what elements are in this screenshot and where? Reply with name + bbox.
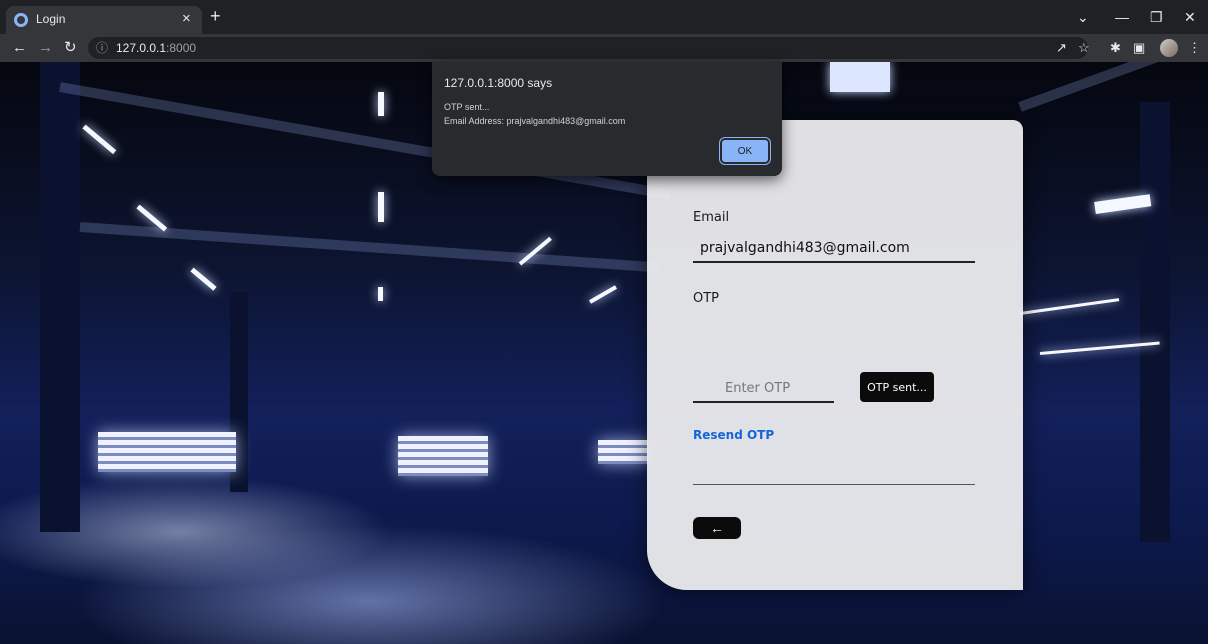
back-arrow-icon: ←	[710, 520, 724, 536]
resend-otp-link[interactable]: Resend OTP	[693, 428, 774, 442]
email-field[interactable]: prajvalgandhi483@gmail.com	[700, 240, 910, 256]
address-bar[interactable]: ⓘ 127.0.0.1:8000	[88, 37, 1088, 59]
ceiling-light	[378, 287, 383, 301]
tab-close-icon[interactable]: ×	[182, 10, 191, 28]
otp-input[interactable]	[693, 376, 833, 400]
forward-arrow-icon[interactable]: →	[38, 39, 53, 57]
share-icon[interactable]: ↗	[1056, 40, 1067, 56]
star-icon[interactable]: ☆	[1078, 40, 1090, 56]
sidepanel-icon[interactable]: ▣	[1133, 40, 1145, 56]
loading-door	[598, 440, 648, 464]
menu-icon[interactable]: ⋮	[1188, 40, 1201, 56]
back-arrow-icon[interactable]: ←	[12, 39, 27, 57]
browser-tab[interactable]: Login ×	[6, 6, 202, 34]
roof-beam	[79, 222, 659, 273]
alert-dialog: 127.0.0.1:8000 says OTP sent... Email Ad…	[432, 62, 782, 176]
skylight	[830, 62, 890, 92]
loading-door	[98, 432, 236, 472]
send-otp-button[interactable]: OTP sent...	[860, 372, 934, 402]
browser-toolbar: ← → ↻ ⓘ 127.0.0.1:8000 ↗ ☆ ✱ ▣ ⋮	[0, 34, 1208, 62]
back-button[interactable]: ←	[693, 517, 741, 539]
ceiling-light	[190, 267, 217, 291]
info-icon[interactable]: ⓘ	[96, 40, 108, 56]
browser-tab-strip: Login × + ⌄ — ❐ ✕	[0, 0, 1208, 34]
ceiling-light	[378, 192, 384, 222]
divider	[693, 484, 975, 485]
ceiling-light	[378, 92, 384, 116]
otp-underline	[693, 401, 834, 403]
extensions-icon[interactable]: ✱	[1110, 40, 1121, 56]
minimize-icon[interactable]: —	[1115, 9, 1129, 25]
pillar	[40, 62, 80, 532]
tab-favicon-icon	[14, 13, 28, 27]
tab-title: Login	[36, 12, 66, 26]
reload-icon[interactable]: ↻	[64, 39, 77, 57]
ceiling-light	[589, 285, 617, 304]
otp-label: OTP	[693, 291, 720, 306]
email-underline	[693, 261, 975, 263]
pillar	[1140, 102, 1170, 542]
tab-search-chevron-icon[interactable]: ⌄	[1077, 9, 1089, 25]
url-port: :8000	[166, 41, 197, 55]
loading-door	[398, 436, 488, 476]
ceiling-light	[1019, 298, 1120, 315]
url-host: 127.0.0.1	[116, 41, 167, 55]
dialog-title: 127.0.0.1:8000 says	[444, 76, 553, 90]
ceiling-light	[82, 124, 117, 155]
email-label: Email	[693, 210, 730, 225]
profile-avatar[interactable]	[1160, 39, 1178, 57]
url-text: 127.0.0.1:8000	[116, 41, 196, 55]
restore-icon[interactable]: ❐	[1150, 9, 1163, 25]
new-tab-icon[interactable]: +	[210, 6, 221, 26]
roof-beam	[1018, 62, 1201, 112]
login-card: Email prajvalgandhi483@gmail.com OTP OTP…	[647, 120, 1023, 590]
dialog-message-line2: Email Address: prajvalgandhi483@gmail.co…	[444, 116, 626, 126]
close-window-icon[interactable]: ✕	[1184, 9, 1196, 25]
dialog-message-line1: OTP sent...	[444, 102, 490, 112]
ok-button[interactable]: OK	[722, 140, 768, 162]
